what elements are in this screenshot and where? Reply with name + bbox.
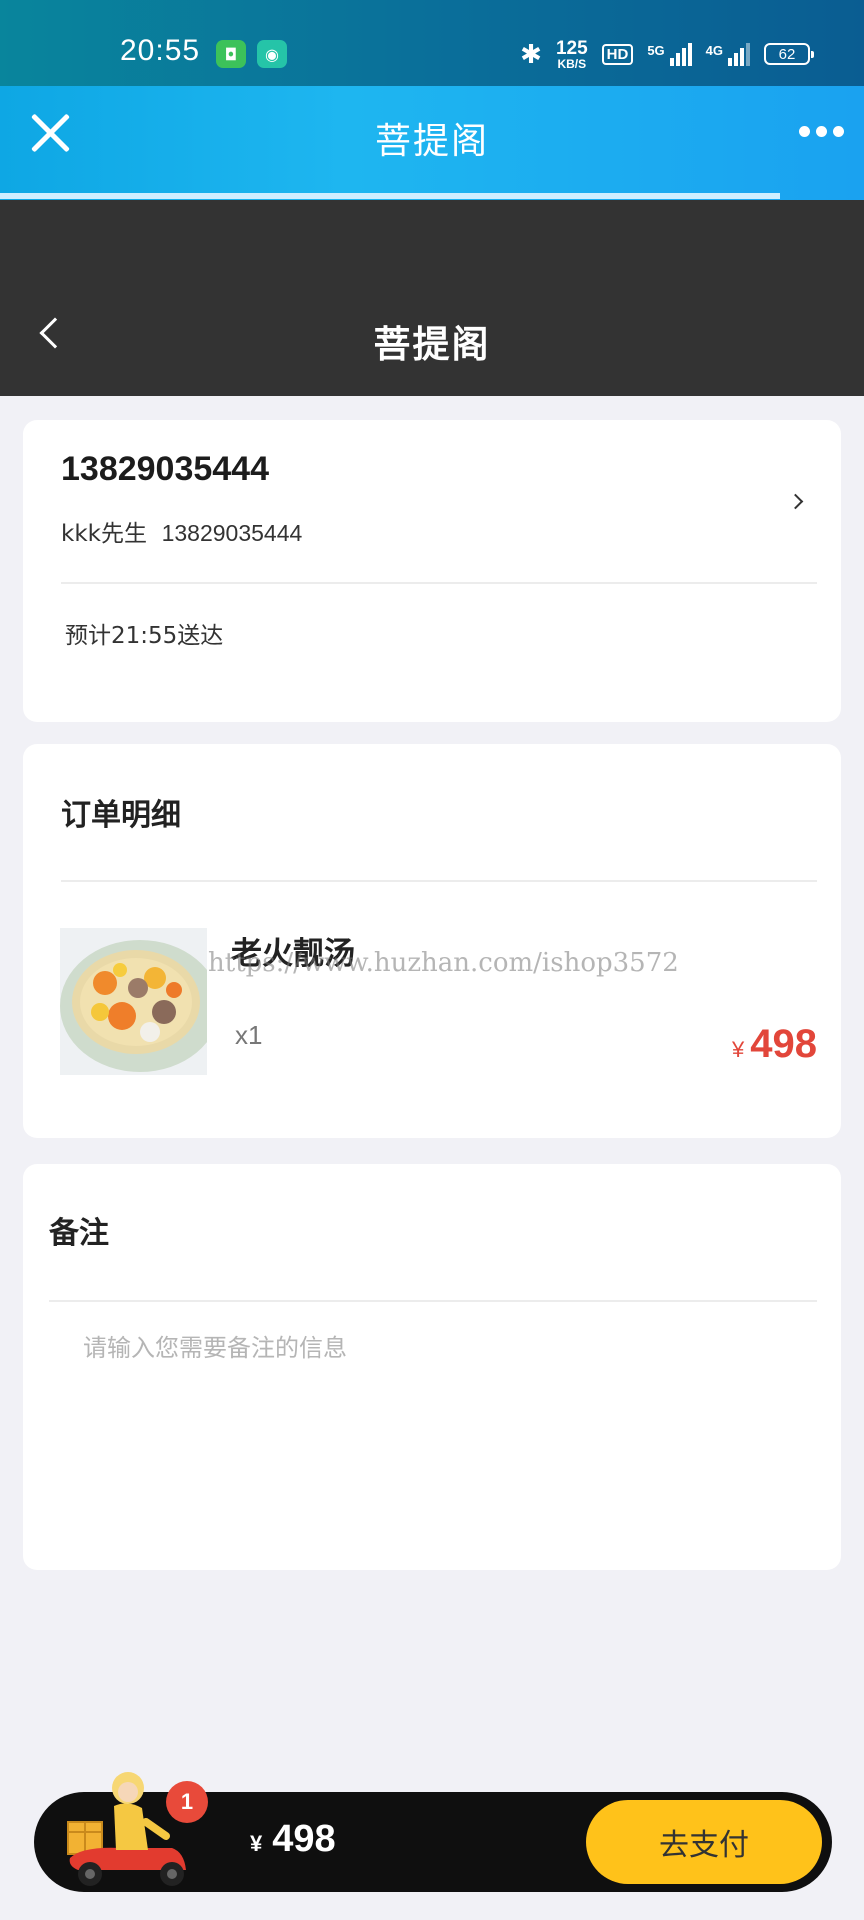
notes-card: 备注	[23, 1164, 841, 1570]
delivery-address-card[interactable]: 13829035444 kkk先生 13829035444 预计21:55送达	[23, 420, 841, 722]
hd-icon: HD	[601, 43, 634, 65]
notification-app-icon-2: ◉	[257, 40, 287, 68]
order-details-card: 订单明细 老火靓汤 x1 ¥ 498	[23, 744, 841, 1138]
soup-pot-icon	[60, 928, 207, 1075]
notes-title: 备注	[49, 1216, 109, 1251]
notification-app-icon: ◘	[216, 40, 246, 68]
bluetooth-icon: ✱	[520, 38, 542, 69]
battery-icon: 62	[764, 43, 814, 65]
contact-name: kkk先生	[61, 521, 147, 547]
chevron-right-icon	[787, 493, 804, 510]
divider	[49, 1300, 817, 1302]
pay-button[interactable]: 去支付	[586, 1800, 822, 1884]
notes-input[interactable]	[83, 1328, 803, 1528]
page-title: 菩提阁	[373, 323, 491, 366]
address-phone: 13829035444	[61, 450, 270, 488]
order-details-title: 订单明细	[61, 798, 181, 833]
watermark-text: https://www.huzhan.com/ishop3572	[208, 948, 679, 978]
estimated-delivery-time: 预计21:55送达	[65, 623, 224, 649]
miniprogram-title-bar: 菩提阁	[0, 86, 864, 194]
cart-total: ¥ 498	[250, 1818, 336, 1860]
status-icons: ✱ 125 KB/S HD 5G 4G 62	[520, 36, 814, 72]
food-item-quantity: x1	[235, 1020, 263, 1050]
loading-progress-bar	[0, 193, 780, 199]
signal-4g-icon: 4G	[706, 42, 750, 66]
status-bar: 20:55 ◘ ◉ ✱ 125 KB/S HD 5G 4G 62	[0, 0, 864, 86]
network-speed: 125 KB/S	[555, 37, 588, 71]
more-menu-icon[interactable]	[799, 126, 844, 137]
food-item-image	[60, 928, 207, 1075]
contact-phone: 13829035444	[161, 520, 303, 546]
signal-5g-icon: 5G	[647, 42, 692, 66]
food-item-price: ¥ 498	[732, 1022, 817, 1066]
cart-count-badge: 1	[166, 1781, 208, 1823]
divider	[61, 582, 817, 584]
miniprogram-title: 菩提阁	[374, 121, 489, 162]
status-time: 20:55	[120, 34, 201, 67]
divider	[61, 880, 817, 882]
page-header: 菩提阁	[0, 200, 864, 396]
address-contact: kkk先生 13829035444	[61, 514, 302, 548]
